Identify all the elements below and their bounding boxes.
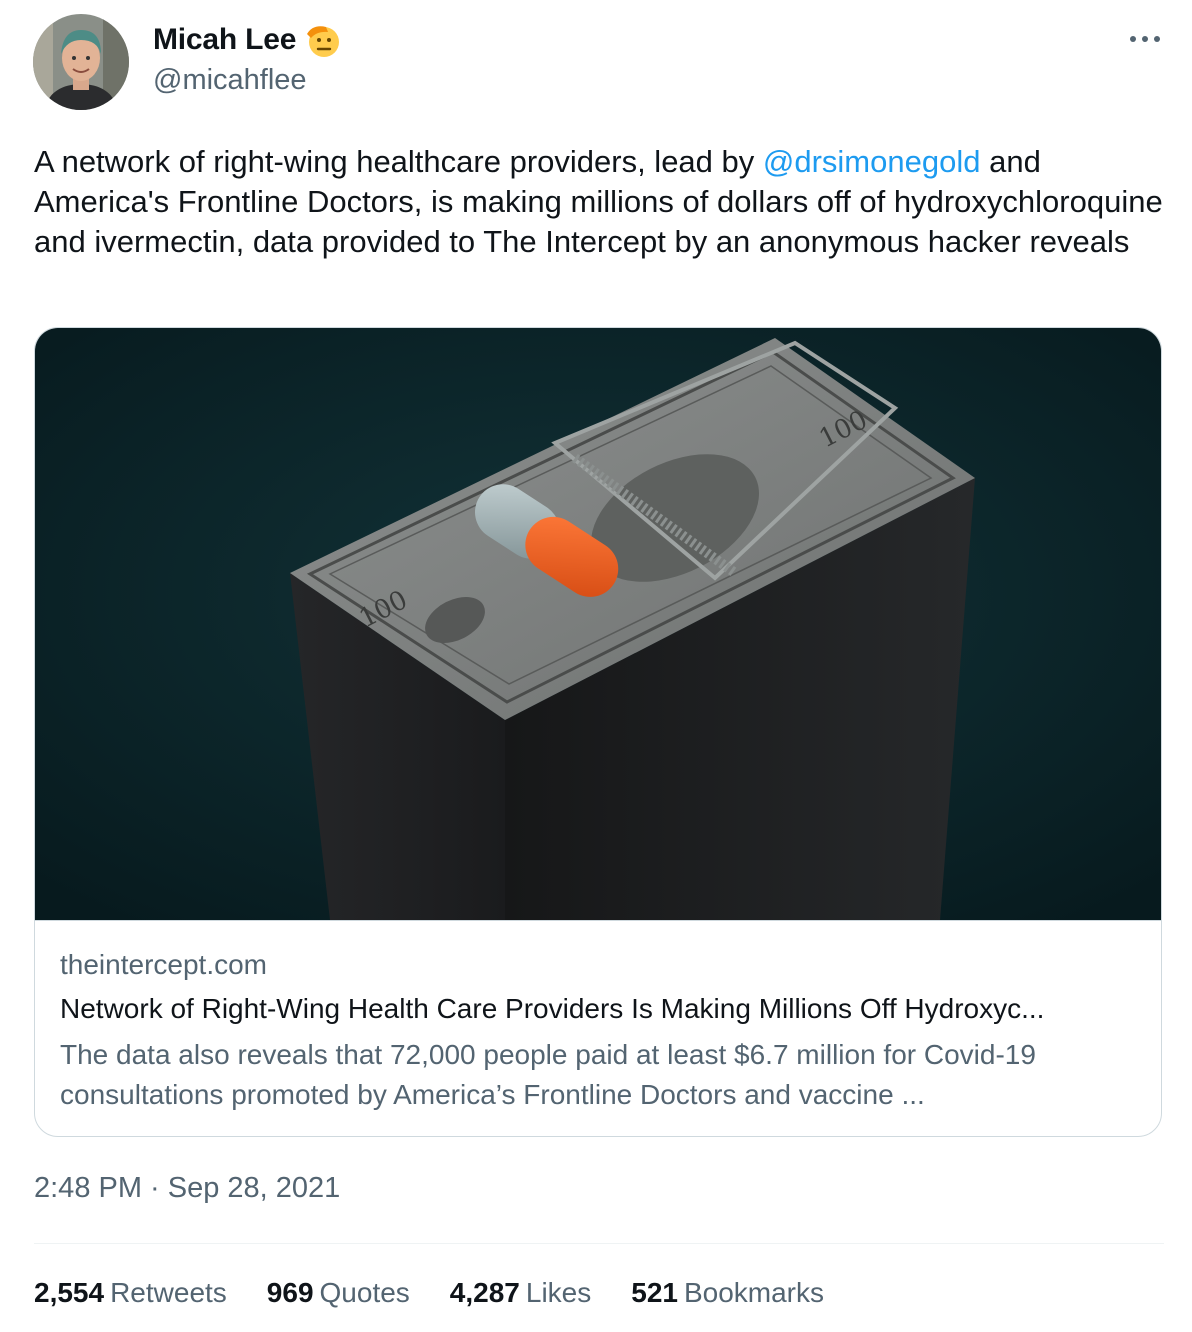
stat-count: 521 — [631, 1277, 678, 1308]
tweet-container: Micah Lee @micahflee A network of right-… — [0, 0, 1192, 1332]
mention-link[interactable]: @drsimonegold — [763, 144, 981, 179]
more-horizontal-icon — [1130, 36, 1160, 42]
card-title: Network of Right-Wing Health Care Provid… — [60, 993, 1045, 1024]
card-domain: theintercept.com — [60, 949, 267, 980]
stat-label: Bookmarks — [683, 1277, 825, 1308]
tweet-text-part1: A network of right-wing healthcare provi… — [34, 144, 763, 179]
author-handle[interactable]: @micahflee — [153, 64, 307, 97]
more-options-button[interactable] — [1128, 26, 1162, 52]
stat-likes[interactable]: 4,287 Likes — [450, 1277, 591, 1309]
tweet-timestamp[interactable]: 2:48 PM · Sep 28, 2021 — [34, 1172, 340, 1205]
stat-count: 969 — [266, 1277, 314, 1308]
divider — [34, 1243, 1164, 1244]
stat-label: Likes — [525, 1277, 592, 1308]
stat-count: 4,287 — [449, 1277, 520, 1308]
stat-label: Retweets — [110, 1277, 227, 1308]
card-description: The data also reveals that 72,000 people… — [60, 1039, 1036, 1110]
stat-count: 2,554 — [34, 1277, 105, 1308]
tweet-text: A network of right-wing healthcare provi… — [34, 142, 1174, 262]
card-meta[interactable]: theintercept.com Network of Right-Wing H… — [35, 920, 1161, 1136]
saluting-face-icon — [304, 21, 342, 59]
stat-retweets[interactable]: 2,554 Retweets — [34, 1277, 227, 1309]
link-preview-card[interactable]: 100 100 theintercept.com Network of Righ… — [34, 327, 1162, 1137]
stat-quotes[interactable]: 969 Quotes — [267, 1277, 410, 1309]
avatar[interactable] — [33, 14, 129, 110]
author-name-row: Micah Lee — [153, 20, 342, 60]
display-name[interactable]: Micah Lee — [153, 23, 296, 57]
card-image[interactable]: 100 100 — [35, 328, 1162, 920]
engagement-stats: 2,554 Retweets 969 Quotes 4,287 Likes 521 Bo… — [34, 1277, 864, 1309]
stat-label: Quotes — [319, 1277, 410, 1308]
stat-bookmarks[interactable]: 521 Bookmarks — [631, 1277, 824, 1309]
